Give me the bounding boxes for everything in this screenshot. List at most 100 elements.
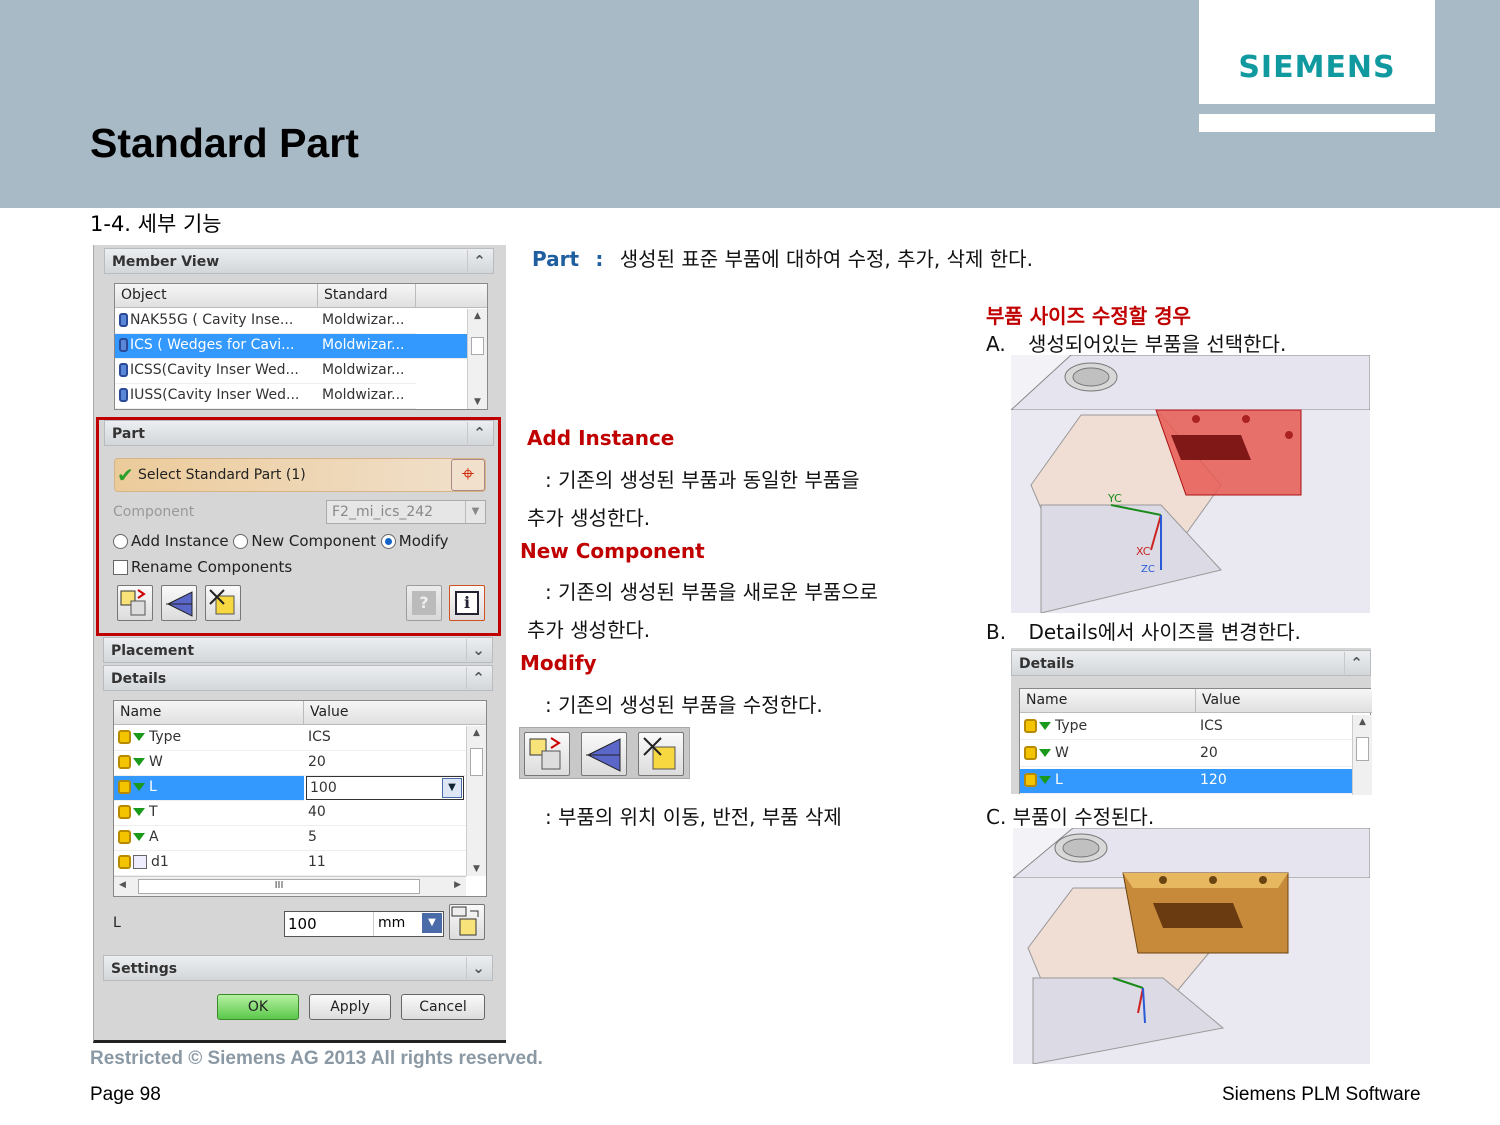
info-icon: i xyxy=(455,591,479,615)
mold-model-illustration xyxy=(1013,828,1370,1064)
l-value-combo[interactable]: 100 ▼ xyxy=(306,776,464,800)
scroll-thumb[interactable] xyxy=(471,337,484,355)
table-row[interactable]: A 5 xyxy=(114,826,466,851)
section-subtitle: 1-4. 세부 기능 xyxy=(90,212,222,236)
chevron-up-icon[interactable]: ⌃ xyxy=(1344,652,1368,674)
column-header-name[interactable]: Name xyxy=(114,701,304,725)
scroll-thumb[interactable] xyxy=(1356,737,1369,761)
column-header-value[interactable]: Value xyxy=(1196,689,1372,713)
details-title: Details xyxy=(1019,656,1075,672)
footer-brand: Siemens PLM Software xyxy=(1222,1084,1421,1105)
l-input[interactable]: 100 mm ▼ xyxy=(284,911,444,937)
crosshair-icon[interactable]: ⌖ xyxy=(451,459,485,491)
unit-dropdown[interactable]: mm ▼ xyxy=(373,912,443,936)
delete-part-button[interactable] xyxy=(638,732,684,776)
table-row[interactable]: W 20 xyxy=(1020,742,1352,767)
measure-button[interactable] xyxy=(449,904,485,940)
table-row[interactable]: ICS ( Wedges for Cavi... Moldwizar... xyxy=(115,334,467,359)
scroll-down-icon[interactable]: ▼ xyxy=(468,397,487,407)
info-button[interactable]: i xyxy=(449,585,485,621)
table-row[interactable]: T 40 xyxy=(114,801,466,826)
measure-icon xyxy=(451,906,479,936)
radio-modify[interactable]: Modify xyxy=(380,532,448,550)
object-name: ICS ( Wedges for Cavi... xyxy=(130,337,295,353)
component-value: F2_mi_ics_242 xyxy=(332,504,434,520)
chevron-up-icon[interactable]: ⌃ xyxy=(466,667,490,689)
rename-components-checkbox[interactable]: Rename Components xyxy=(113,558,292,576)
scroll-down-icon[interactable]: ▼ xyxy=(467,864,486,874)
table-row[interactable]: d1 11 xyxy=(114,851,466,876)
radio-add-instance[interactable]: Add Instance xyxy=(113,532,229,550)
ok-button[interactable]: OK xyxy=(217,994,299,1020)
table-row[interactable]: NAK55G ( Cavity Inse... Moldwizar... xyxy=(115,309,467,334)
scroll-right-icon[interactable]: ▶ xyxy=(454,880,461,890)
details-panel-example: Details ⌃ Name Value Type ICS W 20 L 120… xyxy=(1011,648,1372,795)
details-header[interactable]: Details ⌃ xyxy=(1011,650,1371,676)
part-line: Part : 생성된 표준 부품에 대하여 수정, 추가, 삭제 한다. xyxy=(532,243,1033,272)
help-button[interactable]: ? xyxy=(406,585,442,621)
scroll-thumb[interactable] xyxy=(470,748,483,776)
reposition-icon xyxy=(529,737,561,770)
chevron-down-icon[interactable]: ⌄ xyxy=(466,639,490,661)
column-header-empty xyxy=(416,284,487,308)
chevron-down-icon[interactable]: ▼ xyxy=(465,501,485,523)
member-view-header[interactable]: Member View ⌃ xyxy=(104,248,494,274)
part-label: Part xyxy=(532,247,580,271)
column-header-value[interactable]: Value xyxy=(304,701,486,725)
column-header-name[interactable]: Name xyxy=(1020,689,1196,713)
radio-new-component[interactable]: New Component xyxy=(233,532,376,550)
param-name: L xyxy=(149,779,157,795)
reposition-button[interactable] xyxy=(117,585,153,621)
settings-header[interactable]: Settings ⌄ xyxy=(103,955,493,981)
object-name: NAK55G ( Cavity Inse... xyxy=(130,312,294,328)
table-row[interactable]: Type ICS xyxy=(1020,715,1352,740)
standard-cell: Moldwizar... xyxy=(318,309,416,334)
scroll-up-icon[interactable]: ▲ xyxy=(1353,717,1372,727)
lock-icon xyxy=(118,730,131,744)
table-row[interactable]: W 20 xyxy=(114,751,466,776)
vertical-scrollbar[interactable]: ▲ ▼ xyxy=(466,726,486,876)
table-row[interactable]: Type ICS xyxy=(114,726,466,751)
part-icon xyxy=(119,338,128,352)
details-header[interactable]: Details ⌃ xyxy=(103,665,493,691)
component-dropdown[interactable]: F2_mi_ics_242 ▼ xyxy=(326,500,486,524)
chevron-down-icon[interactable]: ⌄ xyxy=(466,957,490,979)
param-name: T xyxy=(149,804,158,820)
param-name: Type xyxy=(149,729,182,745)
scroll-left-icon[interactable]: ◀ xyxy=(119,880,126,890)
param-name: Type xyxy=(1055,718,1088,734)
reposition-button[interactable] xyxy=(524,732,570,776)
axis-label-yc: YC xyxy=(1107,492,1122,505)
component-label: Component xyxy=(113,504,195,520)
axis-label-xc: XC xyxy=(1136,545,1151,558)
horizontal-scrollbar[interactable]: ◀ III ▶ xyxy=(114,876,466,896)
siemens-logo: SIEMENS xyxy=(1238,50,1396,85)
scroll-up-icon[interactable]: ▲ xyxy=(468,311,487,321)
vertical-scrollbar[interactable]: ▲ xyxy=(1352,715,1372,795)
delete-part-button[interactable] xyxy=(205,585,241,621)
chevron-up-icon[interactable]: ⌃ xyxy=(467,250,491,272)
flip-button[interactable] xyxy=(161,585,197,621)
chevron-down-icon[interactable]: ▼ xyxy=(442,778,462,798)
placement-header[interactable]: Placement ⌄ xyxy=(103,637,493,663)
scroll-thumb[interactable]: III xyxy=(138,879,420,894)
table-row[interactable]: ICSS(Cavity Inser Wed... Moldwizar... xyxy=(115,359,467,384)
select-standard-part[interactable]: ✔ Select Standard Part (1) ⌖ xyxy=(114,458,486,492)
scroll-up-icon[interactable]: ▲ xyxy=(467,728,486,738)
triangle-down-icon xyxy=(133,833,145,841)
vertical-scrollbar[interactable]: ▲ ▼ xyxy=(467,309,487,409)
cancel-button[interactable]: Cancel xyxy=(401,994,485,1020)
standard-cell: Moldwizar... xyxy=(318,334,416,359)
table-row[interactable]: IUSS(Cavity Inser Wed... Moldwizar... xyxy=(115,384,467,409)
apply-button[interactable]: Apply xyxy=(309,994,391,1020)
lock-icon xyxy=(1024,719,1037,733)
table-row[interactable]: L 120 xyxy=(1020,769,1352,794)
column-header-object[interactable]: Object xyxy=(115,284,318,308)
param-value: 11 xyxy=(304,851,466,876)
chevron-down-icon[interactable]: ▼ xyxy=(422,913,442,933)
param-value: 100 xyxy=(310,780,337,796)
triangle-down-icon xyxy=(1039,722,1051,730)
column-header-standard[interactable]: Standard xyxy=(318,284,416,308)
flip-button[interactable] xyxy=(581,732,627,776)
table-row[interactable]: L 100 ▼ xyxy=(114,776,466,801)
